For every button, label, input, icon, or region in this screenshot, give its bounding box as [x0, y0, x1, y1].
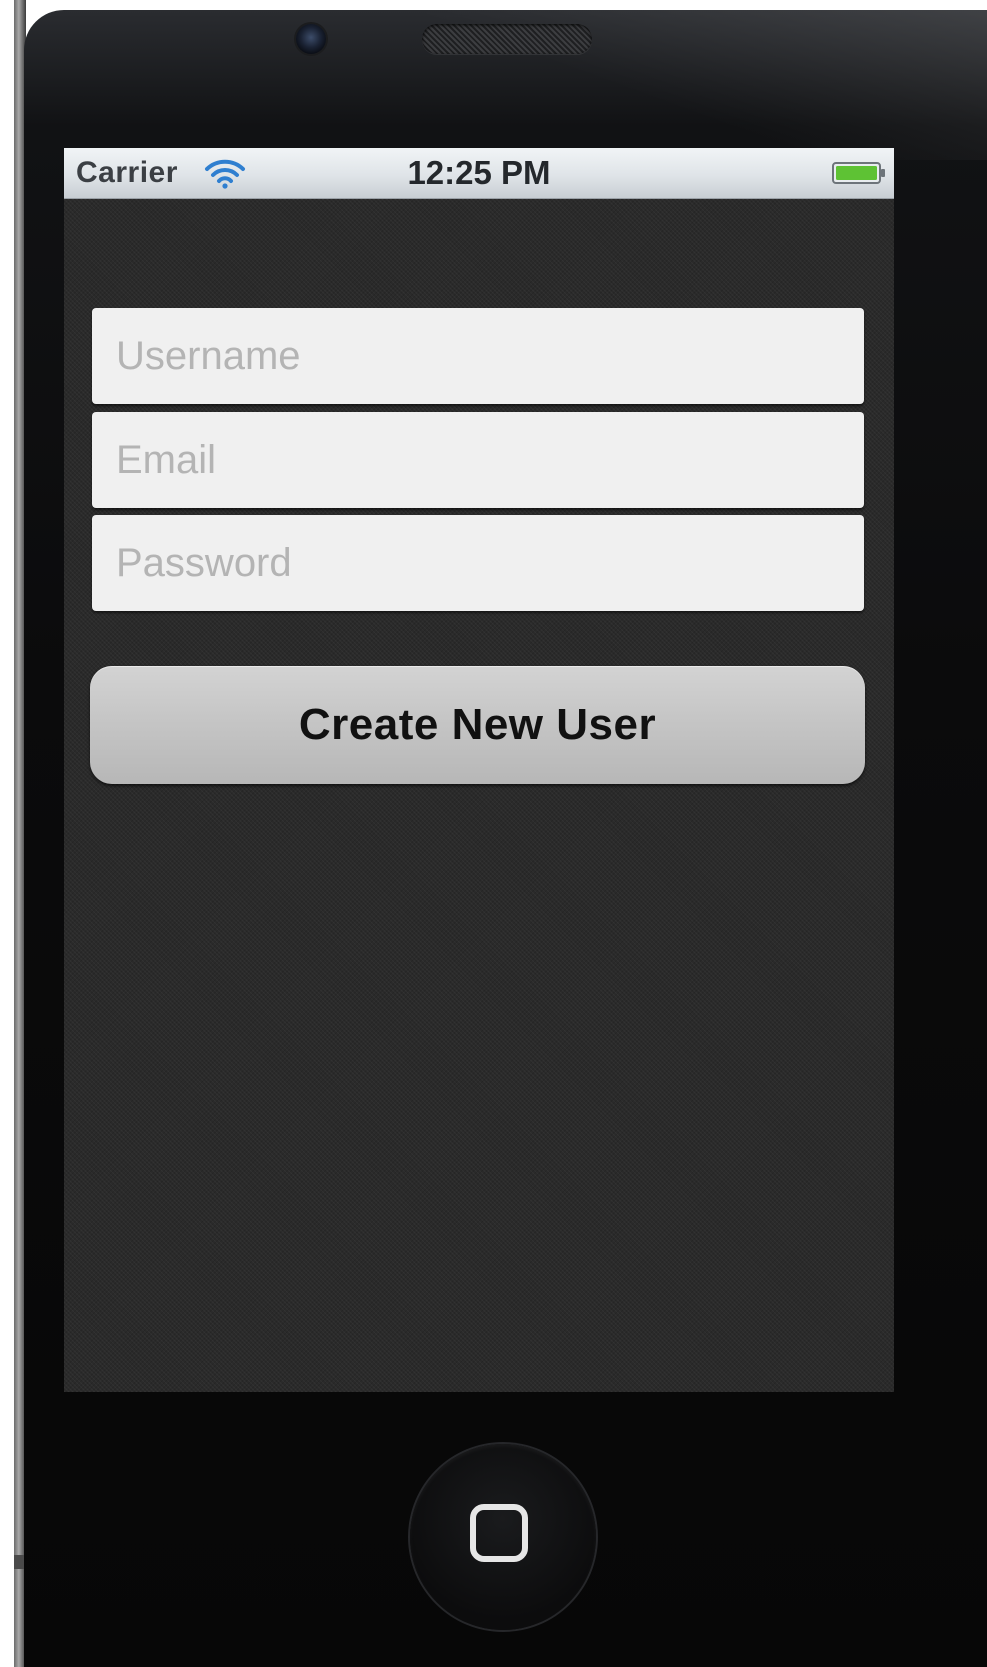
create-new-user-label: Create New User	[298, 700, 657, 749]
status-time: 12:25 PM	[407, 154, 551, 191]
username-field	[92, 308, 864, 404]
earpiece-speaker-icon	[422, 24, 592, 54]
home-button-icon	[470, 1504, 528, 1562]
username-input[interactable]	[92, 308, 864, 404]
create-new-user-button[interactable]: Create New User	[90, 666, 865, 784]
email-input[interactable]	[92, 412, 864, 508]
front-camera-icon	[296, 24, 326, 54]
password-field	[92, 515, 864, 611]
home-button[interactable]	[410, 1444, 596, 1630]
status-bar: Carrier 12:25 PM	[64, 148, 894, 199]
email-field	[92, 412, 864, 508]
password-input[interactable]	[92, 515, 864, 611]
app-screen: Carrier 12:25 PM Create New User	[64, 148, 894, 1392]
battery-icon	[832, 162, 885, 184]
device-side-button	[14, 1555, 24, 1569]
screenshot-canvas: Carrier 12:25 PM Create New User	[0, 0, 987, 1667]
